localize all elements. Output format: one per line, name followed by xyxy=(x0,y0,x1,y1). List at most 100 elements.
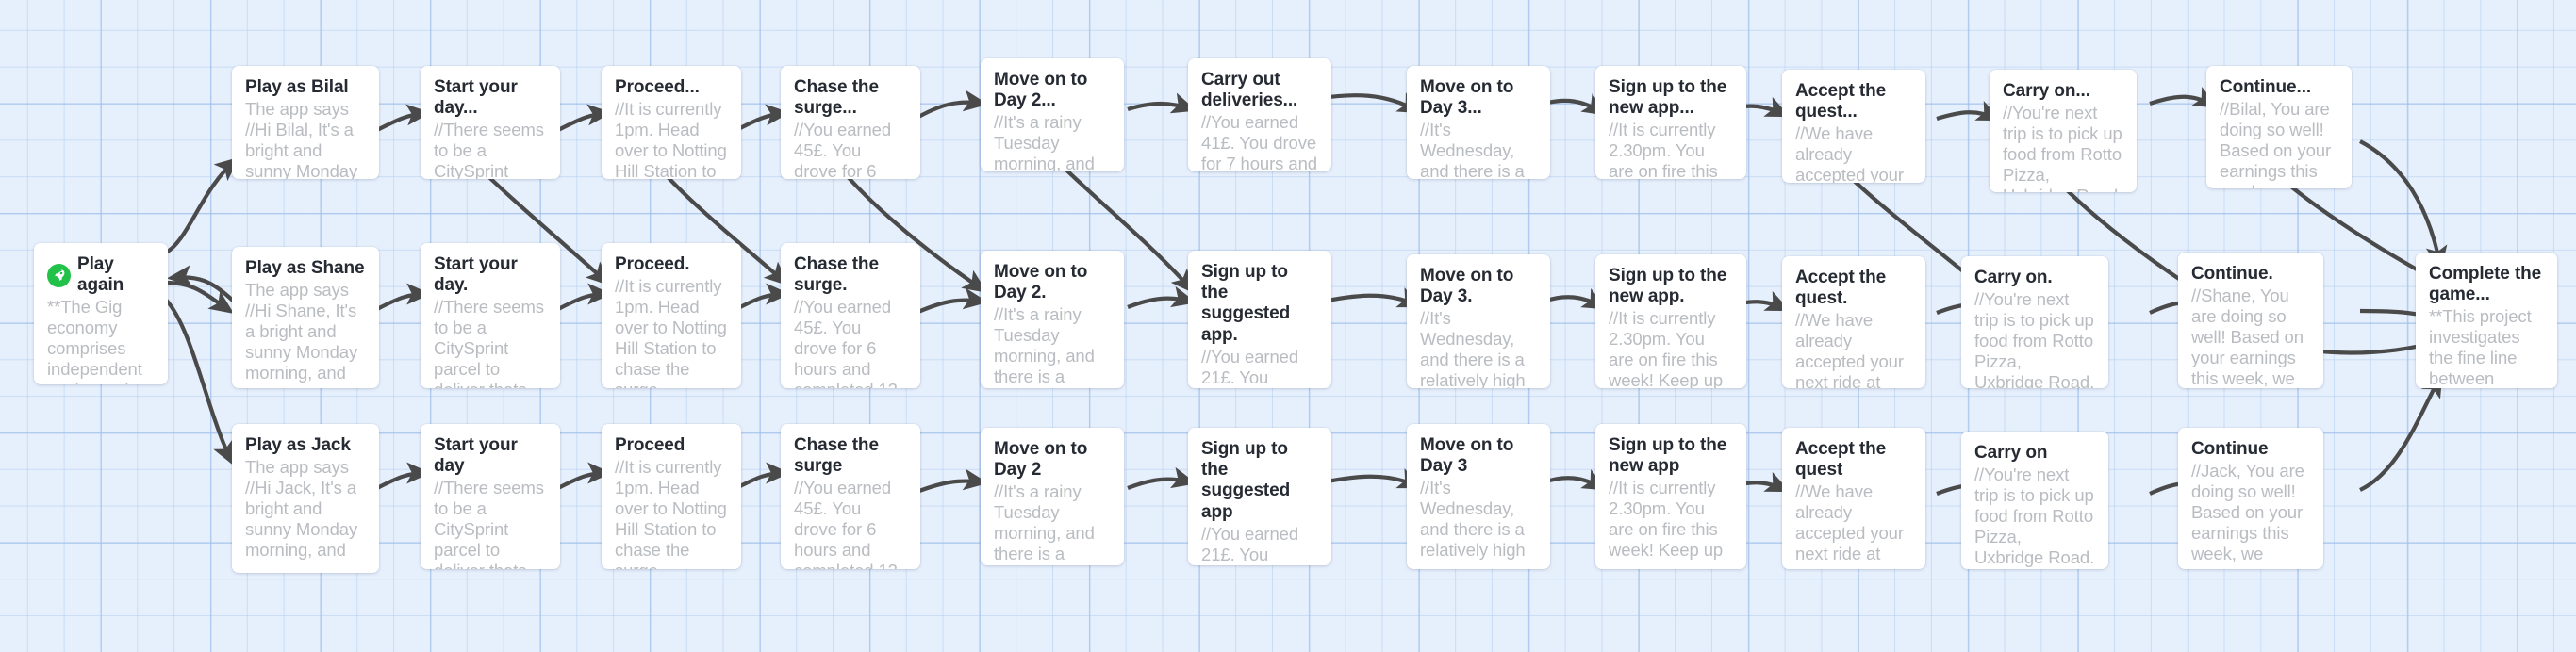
node-body: //It's Wednesday, and there is a relativ… xyxy=(1420,478,1526,561)
node-jack-proceed[interactable]: Proceed //It is currently 1pm. Head over… xyxy=(602,424,741,569)
node-bilal-proceed[interactable]: Proceed... //It is currently 1pm. Head o… xyxy=(602,66,741,179)
node-shane-play[interactable]: Play as Shane The app says //Hi Shane, I… xyxy=(232,247,379,388)
node-title: Move on to Day 2... xyxy=(994,70,1088,111)
node-shane-signup-suggested-app[interactable]: Sign up to the suggested app. //You earn… xyxy=(1188,251,1331,388)
node-body: //You're next trip is to pick up food fr… xyxy=(2003,103,2122,192)
node-jack-chase-surge[interactable]: Chase the surge //You earned 45£. You dr… xyxy=(781,424,920,569)
node-body: //You earned 45£. You drove for 6 hours … xyxy=(794,297,898,388)
story-graph-canvas[interactable]: Play again **The Gig economy comprises i… xyxy=(0,0,2576,652)
node-body: //It's a rainy Tuesday morning, and ther… xyxy=(994,112,1095,171)
node-title: Carry on... xyxy=(2003,81,2090,101)
node-body: //It is currently 1pm. Head over to Nott… xyxy=(615,276,727,388)
node-title-row: Play again xyxy=(47,254,155,296)
node-body: //You're next trip is to pick up food fr… xyxy=(1974,289,2095,388)
node-title: Sign up to the suggested app xyxy=(1201,439,1291,522)
node-complete-game[interactable]: Complete the game... **This project inve… xyxy=(2416,253,2557,388)
node-shane-proceed[interactable]: Proceed. //It is currently 1pm. Head ove… xyxy=(602,243,741,388)
node-title: Sign up to the suggested app. xyxy=(1201,262,1291,345)
node-body: //There seems to be a CitySprint parcel … xyxy=(434,297,544,388)
node-shane-carry-on[interactable]: Carry on. //You're next trip is to pick … xyxy=(1961,256,2108,388)
node-body: //It is currently 2.30pm. You are on fir… xyxy=(1609,308,1724,388)
node-body: //It's a rainy Tuesday morning, and ther… xyxy=(994,304,1095,387)
node-body: //It is currently 2.30pm. You are on fir… xyxy=(1609,120,1718,179)
node-title: Move on to Day 2 xyxy=(994,439,1088,481)
node-bilal-accept-quest[interactable]: Accept the quest... //We have already ac… xyxy=(1782,70,1925,183)
node-shane-accept-quest[interactable]: Accept the quest. //We have already acce… xyxy=(1782,256,1925,388)
node-body: //You earned 45£. You drove for 6 hours … xyxy=(794,120,892,179)
node-body: //You earned 41£. You drove for 7 hours … xyxy=(1201,112,1317,171)
node-title: Move on to Day 2. xyxy=(994,262,1088,303)
node-title: Move on to Day 3. xyxy=(1420,266,1514,307)
node-title: Start your day xyxy=(434,435,518,477)
node-title: Continue xyxy=(2191,439,2269,459)
node-title: Play as Shane xyxy=(245,258,365,278)
node-title: Play as Jack xyxy=(245,435,351,455)
node-title: Start your day... xyxy=(434,77,518,119)
node-shane-day3[interactable]: Move on to Day 3. //It's Wednesday, and … xyxy=(1407,254,1550,388)
node-shane-chase-surge[interactable]: Chase the surge. //You earned 45£. You d… xyxy=(781,243,920,388)
node-title: Accept the quest xyxy=(1795,439,1887,481)
node-title: Move on to Day 3... xyxy=(1420,77,1514,119)
node-title: Move on to Day 3 xyxy=(1420,435,1514,477)
node-body: //We have already accepted your next rid… xyxy=(1795,481,1904,564)
node-body: The app says //Hi Bilal, It's a bright a… xyxy=(245,99,358,179)
node-title: Sign up to the new app... xyxy=(1609,77,1727,119)
node-title: Chase the surge xyxy=(794,435,879,477)
node-body: //It is currently 2.30pm. You are on fir… xyxy=(1609,478,1724,561)
node-title: Accept the quest... xyxy=(1795,81,1887,122)
node-bilal-deliveries[interactable]: Carry out deliveries... //You earned 41£… xyxy=(1188,58,1331,171)
node-title: Carry on xyxy=(1974,443,2048,463)
node-bilal-continue[interactable]: Continue... //Bilal, You are doing so we… xyxy=(2206,66,2352,188)
node-bilal-signup-new-app[interactable]: Sign up to the new app... //It is curren… xyxy=(1595,66,1746,179)
node-jack-carry-on[interactable]: Carry on //You're next trip is to pick u… xyxy=(1961,432,2108,569)
node-title: Carry on. xyxy=(1974,268,2053,287)
node-jack-day3[interactable]: Move on to Day 3 //It's Wednesday, and t… xyxy=(1407,424,1550,569)
node-body: //It is currently 1pm. Head over to Nott… xyxy=(615,457,727,569)
node-bilal-play[interactable]: Play as Bilal The app says //Hi Bilal, I… xyxy=(232,66,379,179)
node-body: //It is currently 1pm. Head over to Nott… xyxy=(615,99,727,179)
node-title: Proceed... xyxy=(615,77,700,97)
node-jack-continue[interactable]: Continue //Jack, You are doing so well! … xyxy=(2178,428,2323,569)
node-body: //There seems to be a CitySprint parcel … xyxy=(434,120,544,179)
node-jack-play[interactable]: Play as Jack The app says //Hi Jack, It'… xyxy=(232,424,379,573)
node-title: Chase the surge. xyxy=(794,254,879,296)
node-title: Complete the game... xyxy=(2429,264,2542,305)
node-shane-signup-new-app[interactable]: Sign up to the new app. //It is currentl… xyxy=(1595,254,1746,388)
node-title: Sign up to the new app xyxy=(1609,435,1727,477)
node-body: //Bilal, You are doing so well! Based on… xyxy=(2220,99,2332,188)
node-body: //We have already accepted your next rid… xyxy=(1795,310,1904,388)
node-body: //You earned 21£. You completed 6 hours … xyxy=(1201,523,1299,565)
node-jack-day2[interactable]: Move on to Day 2 //It's a rainy Tuesday … xyxy=(981,428,1124,565)
node-body: The app says //Hi Shane, It's a bright a… xyxy=(245,280,358,383)
node-jack-signup-new-app[interactable]: Sign up to the new app //It is currently… xyxy=(1595,424,1746,569)
node-bilal-day3[interactable]: Move on to Day 3... //It's Wednesday, an… xyxy=(1407,66,1550,179)
node-shane-continue[interactable]: Continue. //Shane, You are doing so well… xyxy=(2178,253,2323,388)
node-title: Continue. xyxy=(2191,264,2273,284)
node-body: **The Gig economy comprises independent … xyxy=(47,297,144,384)
node-bilal-carry-on[interactable]: Carry on... //You're next trip is to pic… xyxy=(1990,70,2137,192)
node-title: Continue... xyxy=(2220,77,2312,97)
node-title: Start your day. xyxy=(434,254,518,296)
node-jack-accept-quest[interactable]: Accept the quest //We have already accep… xyxy=(1782,428,1925,569)
node-shane-start-day[interactable]: Start your day. //There seems to be a Ci… xyxy=(421,243,560,388)
node-bilal-start-day[interactable]: Start your day... //There seems to be a … xyxy=(421,66,560,179)
node-shane-day2[interactable]: Move on to Day 2. //It's a rainy Tuesday… xyxy=(981,251,1124,388)
node-title: Accept the quest. xyxy=(1795,268,1887,309)
node-bilal-chase-surge[interactable]: Chase the surge... //You earned 45£. You… xyxy=(781,66,920,179)
node-body: **This project investigates the fine lin… xyxy=(2429,306,2532,388)
node-jack-start-day[interactable]: Start your day //There seems to be a Cit… xyxy=(421,424,560,569)
node-jack-signup-suggested-app[interactable]: Sign up to the suggested app //You earne… xyxy=(1188,428,1331,565)
node-body: //It's Wednesday, and there is a relativ… xyxy=(1420,120,1525,179)
node-play-again[interactable]: Play again **The Gig economy comprises i… xyxy=(34,243,168,384)
node-body: //It's a rainy Tuesday morning, and ther… xyxy=(994,481,1095,564)
node-body: //It's Wednesday, and there is a relativ… xyxy=(1420,308,1526,388)
node-bilal-day2[interactable]: Move on to Day 2... //It's a rainy Tuesd… xyxy=(981,58,1124,171)
node-body: //You earned 21£. You completed 6 hours … xyxy=(1201,346,1299,388)
node-body: //We have already accepted your next rid… xyxy=(1795,123,1904,183)
node-title: Carry out deliveries... xyxy=(1201,70,1298,111)
rocket-icon xyxy=(47,263,71,287)
node-title: Sign up to the new app. xyxy=(1609,266,1727,307)
node-body: //Shane, You are doing so well! Based on… xyxy=(2191,285,2304,388)
node-title: Play as Bilal xyxy=(245,77,349,97)
node-title: Proceed. xyxy=(615,254,690,274)
